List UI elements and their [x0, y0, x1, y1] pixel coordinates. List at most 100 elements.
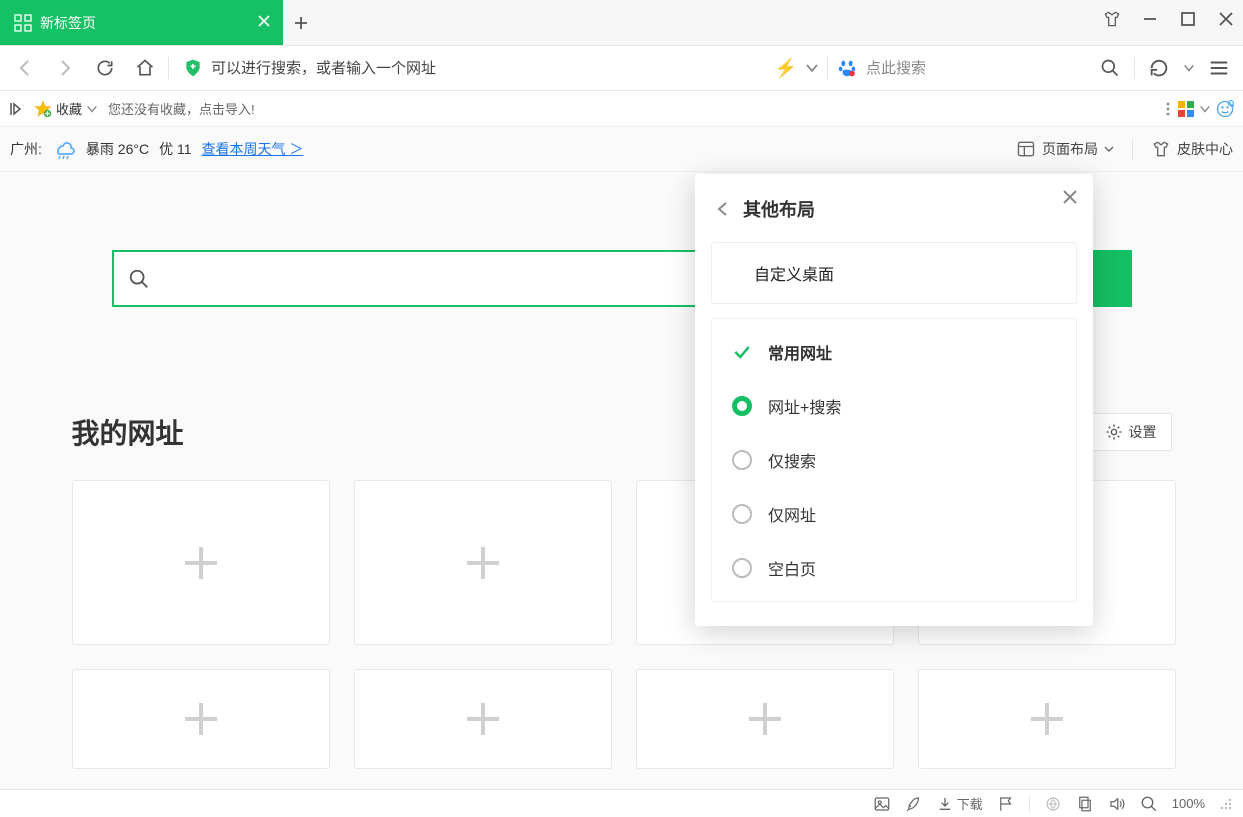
popup-option-sites-only[interactable]: 仅网址	[712, 487, 1076, 541]
site-card-add[interactable]	[354, 669, 612, 769]
popup-option-frequently-used[interactable]: 常用网址	[712, 325, 1076, 379]
site-card-add[interactable]	[636, 669, 894, 769]
extensions-menu-icon[interactable]	[1163, 101, 1173, 117]
divider	[1029, 795, 1030, 813]
chevron-down-icon[interactable]	[1183, 62, 1195, 74]
layout-button[interactable]: 页面布局	[1016, 139, 1114, 159]
skin-button[interactable]: 皮肤中心	[1151, 139, 1233, 159]
maximize-icon[interactable]	[1177, 8, 1199, 30]
sites-settings-label: 设置	[1129, 422, 1157, 442]
sites-settings-button[interactable]: 设置	[1090, 413, 1172, 451]
shirt-icon	[1151, 139, 1171, 159]
shield-icon	[183, 58, 203, 78]
sound-icon[interactable]	[1108, 795, 1126, 813]
search-icon	[128, 268, 150, 290]
top-search-input[interactable]	[866, 60, 1086, 77]
plus-icon	[459, 539, 507, 587]
popup-option-label: 仅网址	[768, 502, 816, 526]
nav-back-icon[interactable]	[8, 51, 42, 85]
plus-icon	[1023, 695, 1071, 743]
popup-custom-desktop[interactable]: 自定义桌面	[711, 242, 1077, 304]
divider	[827, 57, 828, 79]
popup-option-sites-search[interactable]: 网址+搜索	[712, 379, 1076, 433]
url-input[interactable]	[211, 60, 611, 77]
flag-icon[interactable]	[997, 795, 1015, 813]
popup-title: 其他布局	[743, 196, 815, 222]
sites-title: 我的网址	[72, 412, 184, 452]
radio-icon	[732, 504, 752, 524]
radio-icon	[732, 396, 752, 416]
baidu-icon[interactable]	[836, 57, 858, 79]
site-card-add[interactable]	[918, 669, 1176, 769]
popup-option-label: 仅搜索	[768, 448, 816, 472]
rain-icon	[52, 137, 76, 161]
shirt-icon[interactable]	[1101, 8, 1123, 30]
apps-icon[interactable]	[1177, 100, 1195, 118]
favorites-button[interactable]: 收藏	[34, 99, 98, 118]
star-icon	[34, 100, 52, 118]
address-field[interactable]	[175, 53, 655, 83]
popup-back-icon[interactable]	[715, 201, 731, 217]
weather-link[interactable]: 查看本周天气 ＞	[202, 139, 304, 159]
weather-bar: 广州: 暴雨 26°C 优 11 查看本周天气 ＞ 页面布局 皮肤中心	[0, 127, 1243, 172]
site-card-add[interactable]	[72, 669, 330, 769]
nav-forward-icon[interactable]	[48, 51, 82, 85]
popup-close-icon[interactable]	[1061, 188, 1079, 206]
radio-icon	[732, 558, 752, 578]
undo-icon[interactable]	[1143, 52, 1175, 84]
assistant-icon[interactable]	[1215, 99, 1235, 119]
plus-icon	[459, 695, 507, 743]
layout-icon	[1016, 139, 1036, 159]
close-icon[interactable]	[1215, 8, 1237, 30]
popup-custom-label: 自定义桌面	[754, 267, 834, 284]
home-icon[interactable]	[128, 51, 162, 85]
copy-icon[interactable]	[1076, 795, 1094, 813]
site-card-add[interactable]	[354, 480, 612, 645]
popup-option-blank[interactable]: 空白页	[712, 541, 1076, 595]
popup-option-label: 网址+搜索	[768, 394, 841, 418]
rocket-icon[interactable]	[905, 795, 923, 813]
image-icon[interactable]	[873, 795, 891, 813]
weather-city: 广州:	[10, 139, 42, 159]
weather-aqi: 优 11	[159, 139, 191, 159]
window-controls	[1101, 8, 1237, 30]
zoom-value: 100%	[1172, 796, 1205, 811]
content-area: 广州: 暴雨 26°C 优 11 查看本周天气 ＞ 页面布局 皮肤中心	[0, 127, 1243, 789]
gear-icon	[1105, 423, 1123, 441]
divider	[1132, 138, 1133, 160]
chevron-down-icon[interactable]	[805, 61, 819, 75]
popup-option-label: 空白页	[768, 556, 816, 580]
sidebar-toggle-icon[interactable]	[8, 101, 24, 117]
bookmarks-empty-text[interactable]: 您还没有收藏，点击导入!	[108, 99, 255, 118]
chevron-down-icon[interactable]	[1199, 103, 1211, 115]
plus-icon	[741, 695, 789, 743]
weather-cond: 暴雨 26°C	[86, 139, 149, 159]
minimize-icon[interactable]	[1139, 8, 1161, 30]
skin-label: 皮肤中心	[1177, 139, 1233, 159]
download-label: 下载	[957, 794, 983, 813]
tab-grid-icon	[14, 14, 32, 32]
zoom-icon[interactable]	[1140, 795, 1158, 813]
reload-icon[interactable]	[88, 51, 122, 85]
tab-close-icon[interactable]	[257, 14, 271, 28]
status-bar: 下载 100%	[0, 789, 1243, 817]
resize-grip-icon[interactable]	[1219, 797, 1233, 811]
plus-icon	[177, 539, 225, 587]
divider	[1134, 57, 1135, 79]
radio-icon	[732, 450, 752, 470]
layout-popup: 其他布局 自定义桌面 常用网址 网址+搜索 仅搜索 仅网址	[695, 174, 1093, 626]
new-tab-button[interactable]	[283, 0, 319, 45]
check-icon	[732, 342, 752, 362]
browser-tab[interactable]: 新标签页	[0, 0, 283, 45]
site-card-add[interactable]	[72, 480, 330, 645]
ie-icon[interactable]	[1044, 795, 1062, 813]
download-button[interactable]: 下载	[937, 794, 983, 813]
tab-title: 新标签页	[40, 13, 96, 33]
popup-option-search-only[interactable]: 仅搜索	[712, 433, 1076, 487]
layout-label: 页面布局	[1042, 139, 1098, 159]
menu-icon[interactable]	[1203, 52, 1235, 84]
plus-icon	[177, 695, 225, 743]
bolt-icon[interactable]: ⚡	[775, 58, 797, 79]
popup-option-label: 常用网址	[768, 340, 832, 364]
search-icon[interactable]	[1094, 52, 1126, 84]
